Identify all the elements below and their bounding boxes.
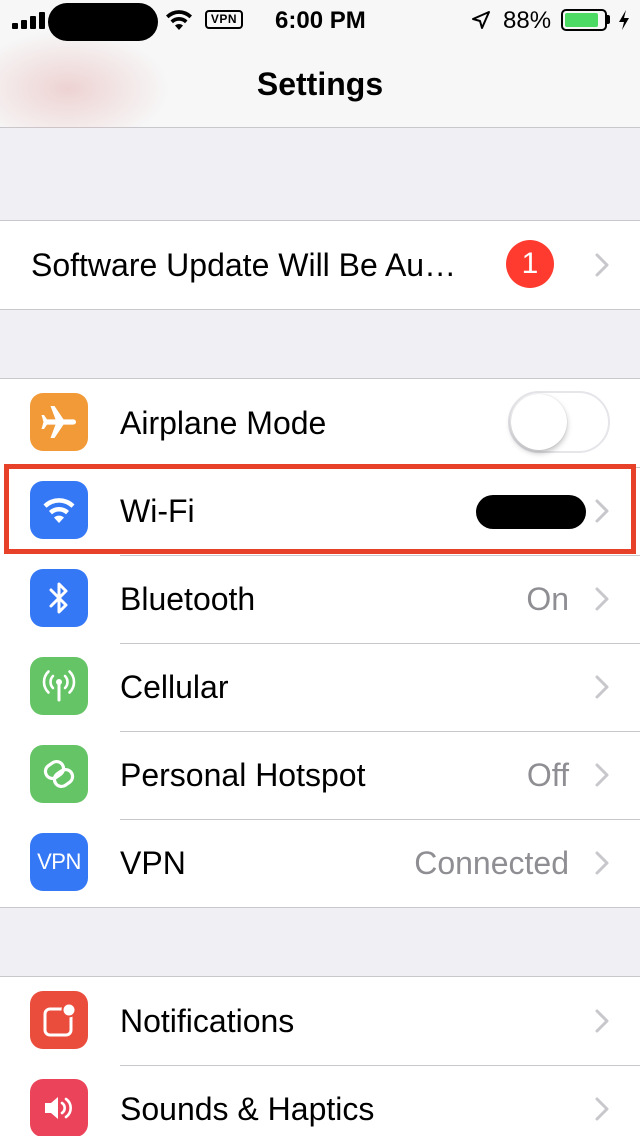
cellular-row[interactable]: Cellular xyxy=(0,643,640,731)
charging-bolt-icon xyxy=(619,10,629,30)
cellular-label: Cellular xyxy=(120,668,229,705)
sounds-haptics-label: Sounds & Haptics xyxy=(120,1090,375,1127)
bluetooth-label: Bluetooth xyxy=(120,580,256,617)
wifi-icon xyxy=(30,481,88,539)
battery-icon xyxy=(561,9,607,31)
wifi-row[interactable]: Wi-Fi xyxy=(0,467,640,555)
top-bar: VPN 6:00 PM 88% Settings xyxy=(0,0,640,128)
chevron-right-icon xyxy=(595,675,609,699)
cellular-signal-icon xyxy=(12,11,45,29)
bluetooth-value: On xyxy=(526,580,569,617)
chevron-right-icon xyxy=(595,253,609,277)
vpn-icon: VPN xyxy=(30,833,88,891)
connectivity-group: Airplane Mode Wi-Fi Bluetooth On Cellula… xyxy=(0,378,640,908)
chevron-right-icon xyxy=(595,587,609,611)
update-badge: 1 xyxy=(506,240,554,288)
carrier-redaction xyxy=(48,3,158,41)
chevron-right-icon xyxy=(595,1097,609,1121)
bluetooth-row[interactable]: Bluetooth On xyxy=(0,555,640,643)
wifi-status-icon xyxy=(166,10,192,30)
chevron-right-icon xyxy=(595,851,609,875)
toggle-knob xyxy=(511,394,567,450)
wifi-label: Wi-Fi xyxy=(120,492,195,529)
vpn-icon-text: VPN xyxy=(37,849,81,874)
battery-tip xyxy=(607,15,610,24)
vpn-status-badge: VPN xyxy=(205,10,243,29)
battery-percent: 88% xyxy=(503,7,552,34)
chevron-right-icon xyxy=(595,1009,609,1033)
airplane-mode-row: Airplane Mode xyxy=(0,379,640,467)
location-arrow-icon xyxy=(472,11,490,29)
settings-screen: VPN 6:00 PM 88% Settings Software Update… xyxy=(0,0,640,1136)
sounds-haptics-row[interactable]: Sounds & Haptics xyxy=(0,1065,640,1136)
airplane-mode-toggle[interactable] xyxy=(508,391,610,453)
vpn-row[interactable]: VPN VPN Connected xyxy=(0,819,640,907)
airplane-mode-label: Airplane Mode xyxy=(120,404,327,441)
notifications-label: Notifications xyxy=(120,1002,295,1039)
battery-fill xyxy=(565,13,599,27)
software-update-label: Software Update Will Be Au… xyxy=(31,246,457,283)
hotspot-icon xyxy=(30,745,88,803)
chevron-right-icon xyxy=(595,499,609,523)
notifications-row[interactable]: Notifications xyxy=(0,977,640,1065)
software-update-group: Software Update Will Be Au… 1 xyxy=(0,220,640,310)
cellular-icon xyxy=(30,657,88,715)
personal-hotspot-label: Personal Hotspot xyxy=(120,756,366,793)
chevron-right-icon xyxy=(595,763,609,787)
speaker-icon xyxy=(30,1079,88,1136)
page-title: Settings xyxy=(256,66,384,102)
wifi-network-redaction xyxy=(476,495,586,529)
status-bar: VPN 6:00 PM 88% xyxy=(0,0,640,41)
vpn-label: VPN xyxy=(120,844,186,881)
airplane-icon xyxy=(30,393,88,451)
personal-hotspot-row[interactable]: Personal Hotspot Off xyxy=(0,731,640,819)
status-time: 6:00 PM xyxy=(275,7,366,34)
notifications-icon xyxy=(30,991,88,1049)
software-update-row[interactable]: Software Update Will Be Au… 1 xyxy=(0,221,640,309)
vpn-value: Connected xyxy=(414,844,569,881)
bluetooth-icon xyxy=(30,569,88,627)
system-group: Notifications Sounds & Haptics xyxy=(0,976,640,1136)
personal-hotspot-value: Off xyxy=(526,756,569,793)
